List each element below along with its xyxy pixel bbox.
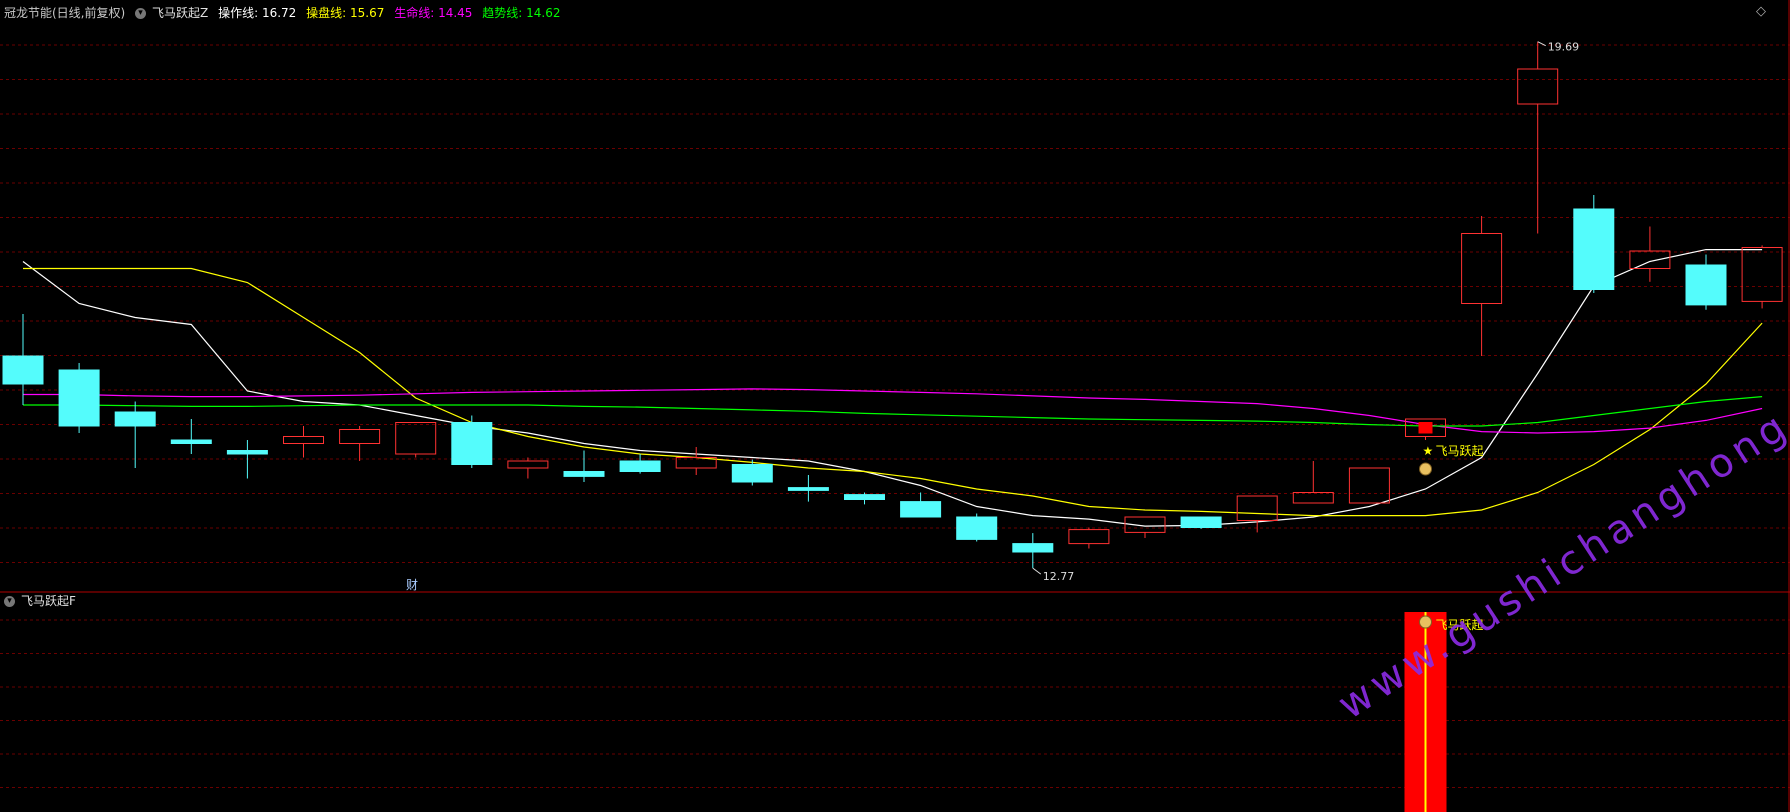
candle-body bbox=[619, 460, 661, 472]
sub-panel-header: ▾ 飞马跃起F bbox=[4, 593, 82, 609]
operation-line-label: 操作线: bbox=[218, 6, 259, 20]
candle-body bbox=[563, 471, 605, 477]
candle-body bbox=[900, 501, 942, 518]
candle-body bbox=[114, 411, 156, 427]
indicator-value-trading: 操盘线: 15.67 bbox=[306, 6, 384, 20]
candle-body bbox=[451, 422, 493, 465]
candle[interactable] bbox=[956, 513, 998, 542]
sub-indicator-name[interactable]: 飞马跃起F bbox=[21, 594, 76, 608]
candle-body bbox=[226, 450, 268, 455]
trend-line-label: 趋势线: bbox=[482, 6, 523, 20]
main-panel-header: 冠龙节能(日线,前复权) ▾ 飞马跃起Z 操作线: 16.72 操盘线: 15.6… bbox=[4, 5, 567, 21]
indicator-value-life: 生命线: 14.45 bbox=[394, 6, 472, 20]
main-indicator-name[interactable]: 飞马跃起Z bbox=[152, 6, 208, 20]
candle[interactable] bbox=[1573, 195, 1615, 293]
chevron-down-icon[interactable]: ▾ bbox=[4, 596, 15, 607]
candle-body bbox=[1573, 208, 1615, 290]
money-bag-icon bbox=[1419, 462, 1432, 476]
trend-line-value: 14.62 bbox=[526, 6, 561, 20]
star-icon: ★ bbox=[1423, 444, 1434, 458]
stock-title[interactable]: 冠龙节能(日线,前复权) bbox=[4, 6, 125, 20]
candle-body bbox=[58, 369, 100, 427]
candle[interactable] bbox=[58, 363, 100, 433]
operation-line-value: 16.72 bbox=[261, 6, 297, 20]
candle-body bbox=[731, 464, 773, 483]
candle[interactable] bbox=[1180, 516, 1222, 529]
trading-line-label: 操盘线: bbox=[306, 6, 347, 20]
life-line-value: 14.45 bbox=[438, 6, 473, 20]
finance-marker[interactable]: 财 bbox=[406, 576, 418, 593]
indicator-value-operation: 操作线: 16.72 bbox=[218, 6, 296, 20]
signal-label: 飞马跃起 bbox=[1436, 444, 1484, 458]
indicator-value-trend: 趋势线: 14.62 bbox=[482, 6, 560, 20]
signal-candle-fill bbox=[1418, 422, 1433, 434]
low-price-label: 12.77 bbox=[1043, 570, 1075, 583]
candle-body bbox=[956, 516, 998, 540]
candle-body bbox=[787, 487, 829, 491]
trading-line-value: 15.67 bbox=[350, 6, 385, 20]
candle-body bbox=[1685, 264, 1727, 306]
candle-body bbox=[1012, 543, 1054, 553]
chevron-down-icon[interactable]: ▾ bbox=[135, 8, 147, 19]
candle[interactable] bbox=[451, 415, 493, 469]
chart-canvas[interactable]: 19.6912.77★ 飞马跃起 飞马跃起 bbox=[0, 0, 1790, 812]
candle-body bbox=[170, 439, 212, 444]
life-line-label: 生命线: bbox=[394, 6, 435, 20]
candle-body bbox=[1180, 516, 1222, 528]
candle-body bbox=[844, 494, 885, 501]
diamond-icon[interactable]: ◇ bbox=[1756, 4, 1766, 20]
candle-body bbox=[2, 355, 44, 385]
high-price-label: 19.69 bbox=[1548, 41, 1580, 54]
